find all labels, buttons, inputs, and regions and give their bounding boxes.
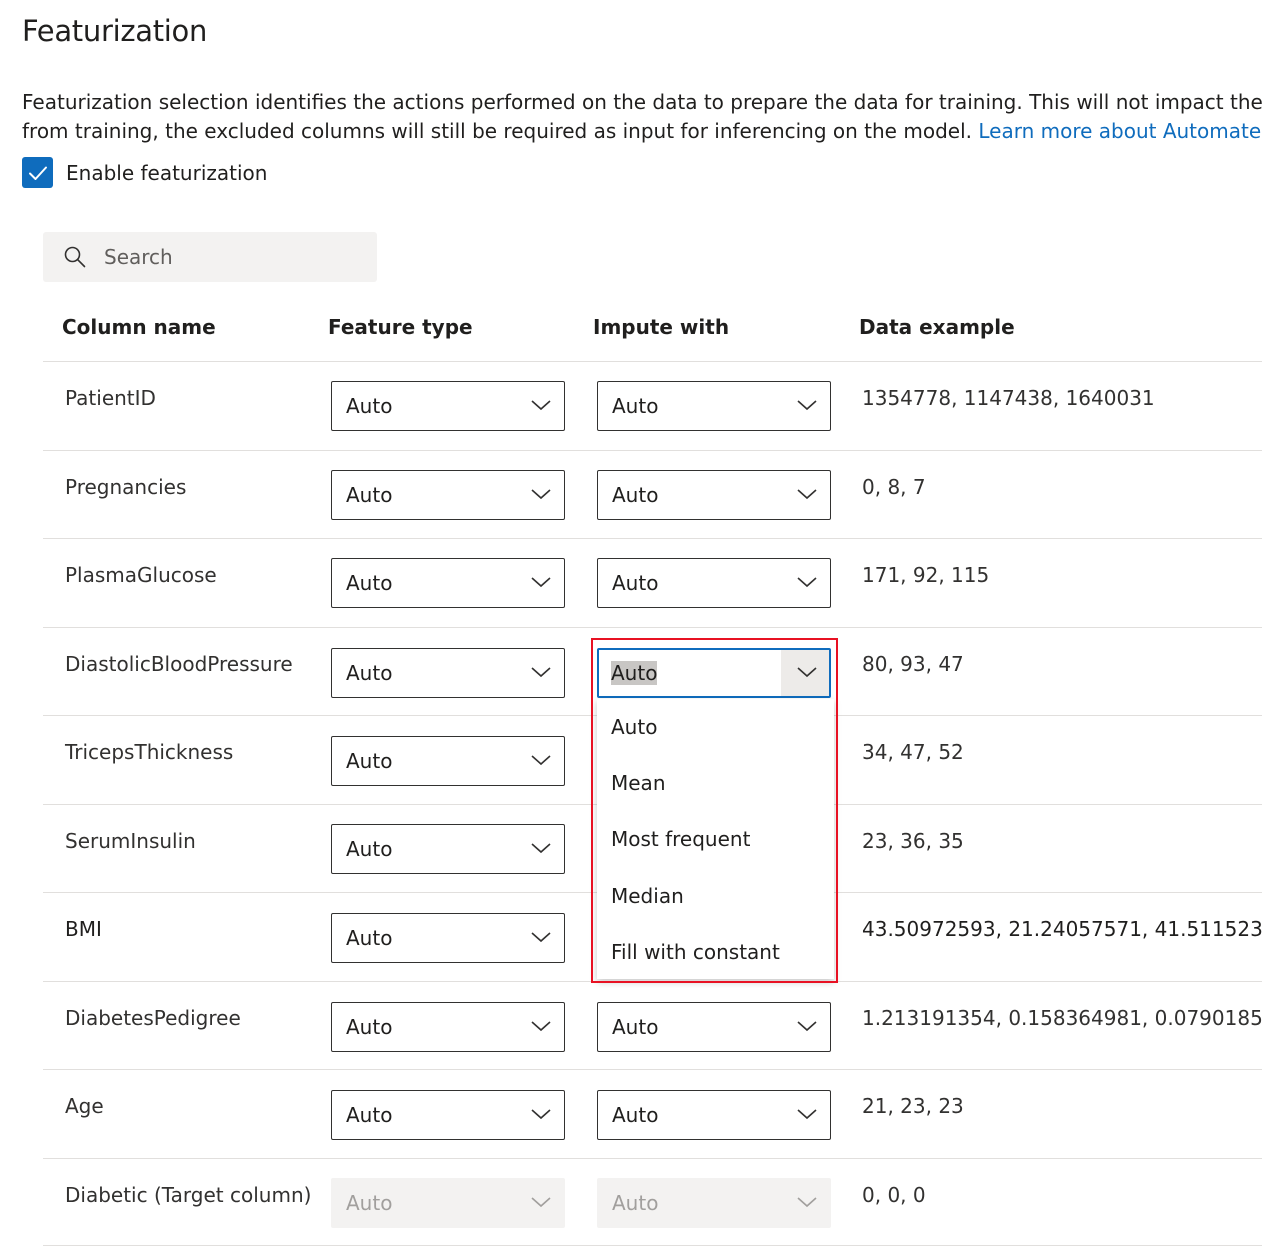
data-example-cell: 1354778, 1147438, 1640031: [862, 386, 1155, 410]
dropdown-value: Auto: [612, 1103, 659, 1127]
impute-with-dropdown-disabled: Auto: [597, 1178, 831, 1228]
data-example-cell: 0, 8, 7: [862, 475, 926, 499]
dropdown-value: Auto: [612, 1191, 659, 1215]
search-box[interactable]: [43, 232, 377, 282]
column-name-cell: TricepsThickness: [65, 740, 234, 764]
impute-with-dropdown[interactable]: Auto: [597, 381, 831, 431]
description-line-1: Featurization selection identifies the a…: [22, 90, 1262, 114]
table-row: Diabetic (Target column) Auto Auto 0, 0,…: [43, 1158, 1262, 1246]
dropdown-value: Auto: [346, 661, 393, 685]
table-row: Age Auto Auto 21, 23, 23: [43, 1069, 1262, 1158]
table-row: Pregnancies Auto Auto 0, 8, 7: [43, 450, 1262, 538]
featurization-description: Featurization selection identifies the a…: [22, 88, 1262, 146]
chevron-down-icon: [797, 577, 817, 588]
impute-with-dropdown[interactable]: Auto: [597, 558, 831, 608]
enable-featurization-label[interactable]: Enable featurization: [66, 161, 267, 185]
column-name-cell: Age: [65, 1094, 104, 1118]
chevron-down-icon: [531, 577, 551, 588]
feature-type-dropdown[interactable]: Auto: [331, 558, 565, 608]
search-icon: [64, 246, 86, 268]
data-example-cell: 80, 93, 47: [862, 652, 964, 676]
dropdown-value: Auto: [612, 483, 659, 507]
dropdown-value: Auto: [346, 483, 393, 507]
column-name-cell: DiabetesPedigree: [65, 1006, 241, 1030]
chevron-down-icon: [531, 489, 551, 500]
feature-type-dropdown[interactable]: Auto: [331, 913, 565, 963]
column-name-cell: Diabetic (Target column): [65, 1183, 312, 1207]
data-example-cell: 0, 0, 0: [862, 1183, 926, 1207]
column-name-cell: Pregnancies: [65, 475, 187, 499]
dropdown-value: Auto: [612, 571, 659, 595]
header-column-name: Column name: [62, 315, 216, 339]
impute-with-dropdown[interactable]: Auto: [597, 1002, 831, 1052]
learn-more-link[interactable]: Learn more about Automated ML: [978, 119, 1262, 143]
impute-with-dropdown[interactable]: Auto: [597, 470, 831, 520]
feature-type-dropdown[interactable]: Auto: [331, 648, 565, 698]
annotation-highlight-box: [591, 638, 838, 983]
dropdown-value: Auto: [612, 1015, 659, 1039]
dropdown-value: Auto: [346, 571, 393, 595]
table-row: PatientID Auto Auto 1354778, 1147438, 16…: [43, 361, 1262, 450]
chevron-down-icon: [797, 1197, 817, 1208]
dropdown-value: Auto: [346, 1191, 393, 1215]
chevron-down-icon: [531, 843, 551, 854]
feature-type-dropdown[interactable]: Auto: [331, 1090, 565, 1140]
chevron-down-icon: [797, 1021, 817, 1032]
chevron-down-icon: [531, 1109, 551, 1120]
table-row: DiabetesPedigree Auto Auto 1.213191354, …: [43, 981, 1262, 1069]
feature-type-dropdown-disabled: Auto: [331, 1178, 565, 1228]
dropdown-value: Auto: [346, 926, 393, 950]
column-name-cell: DiastolicBloodPressure: [65, 652, 293, 676]
dropdown-value: Auto: [346, 749, 393, 773]
dropdown-value: Auto: [346, 1015, 393, 1039]
dropdown-value: Auto: [346, 1103, 393, 1127]
table-row: PlasmaGlucose Auto Auto 171, 92, 115: [43, 538, 1262, 627]
chevron-down-icon: [797, 400, 817, 411]
column-name-cell: PatientID: [65, 386, 156, 410]
chevron-down-icon: [531, 1021, 551, 1032]
column-name-cell: SerumInsulin: [65, 829, 196, 853]
data-example-cell: 171, 92, 115: [862, 563, 990, 587]
dropdown-value: Auto: [346, 837, 393, 861]
header-feature-type: Feature type: [328, 315, 473, 339]
dropdown-value: Auto: [346, 394, 393, 418]
chevron-down-icon: [797, 1109, 817, 1120]
description-line-2: from training, the excluded columns will…: [22, 119, 979, 143]
data-example-cell: 23, 36, 35: [862, 829, 964, 853]
dropdown-value: Auto: [612, 394, 659, 418]
feature-type-dropdown[interactable]: Auto: [331, 736, 565, 786]
page-title: Featurization: [22, 14, 208, 48]
chevron-down-icon: [531, 755, 551, 766]
column-name-cell: BMI: [65, 917, 102, 941]
feature-type-dropdown[interactable]: Auto: [331, 470, 565, 520]
header-data-example: Data example: [859, 315, 1015, 339]
data-example-cell: 21, 23, 23: [862, 1094, 964, 1118]
data-example-cell: 43.50972593, 21.24057571, 41.51152348: [862, 917, 1262, 941]
data-example-cell: 34, 47, 52: [862, 740, 964, 764]
chevron-down-icon: [531, 932, 551, 943]
chevron-down-icon: [531, 1197, 551, 1208]
feature-type-dropdown[interactable]: Auto: [331, 824, 565, 874]
header-impute-with: Impute with: [593, 315, 730, 339]
chevron-down-icon: [531, 400, 551, 411]
impute-with-dropdown[interactable]: Auto: [597, 1090, 831, 1140]
checkmark-icon: [28, 166, 47, 180]
feature-type-dropdown[interactable]: Auto: [331, 381, 565, 431]
column-name-cell: PlasmaGlucose: [65, 563, 217, 587]
feature-type-dropdown[interactable]: Auto: [331, 1002, 565, 1052]
chevron-down-icon: [797, 489, 817, 500]
chevron-down-icon: [531, 667, 551, 678]
enable-featurization-checkbox[interactable]: Enable featurization: [22, 157, 267, 188]
data-example-cell: 1.213191354, 0.158364981, 0.079018568: [862, 1006, 1262, 1030]
checkbox-box[interactable]: [22, 157, 53, 188]
search-input[interactable]: [104, 245, 344, 269]
